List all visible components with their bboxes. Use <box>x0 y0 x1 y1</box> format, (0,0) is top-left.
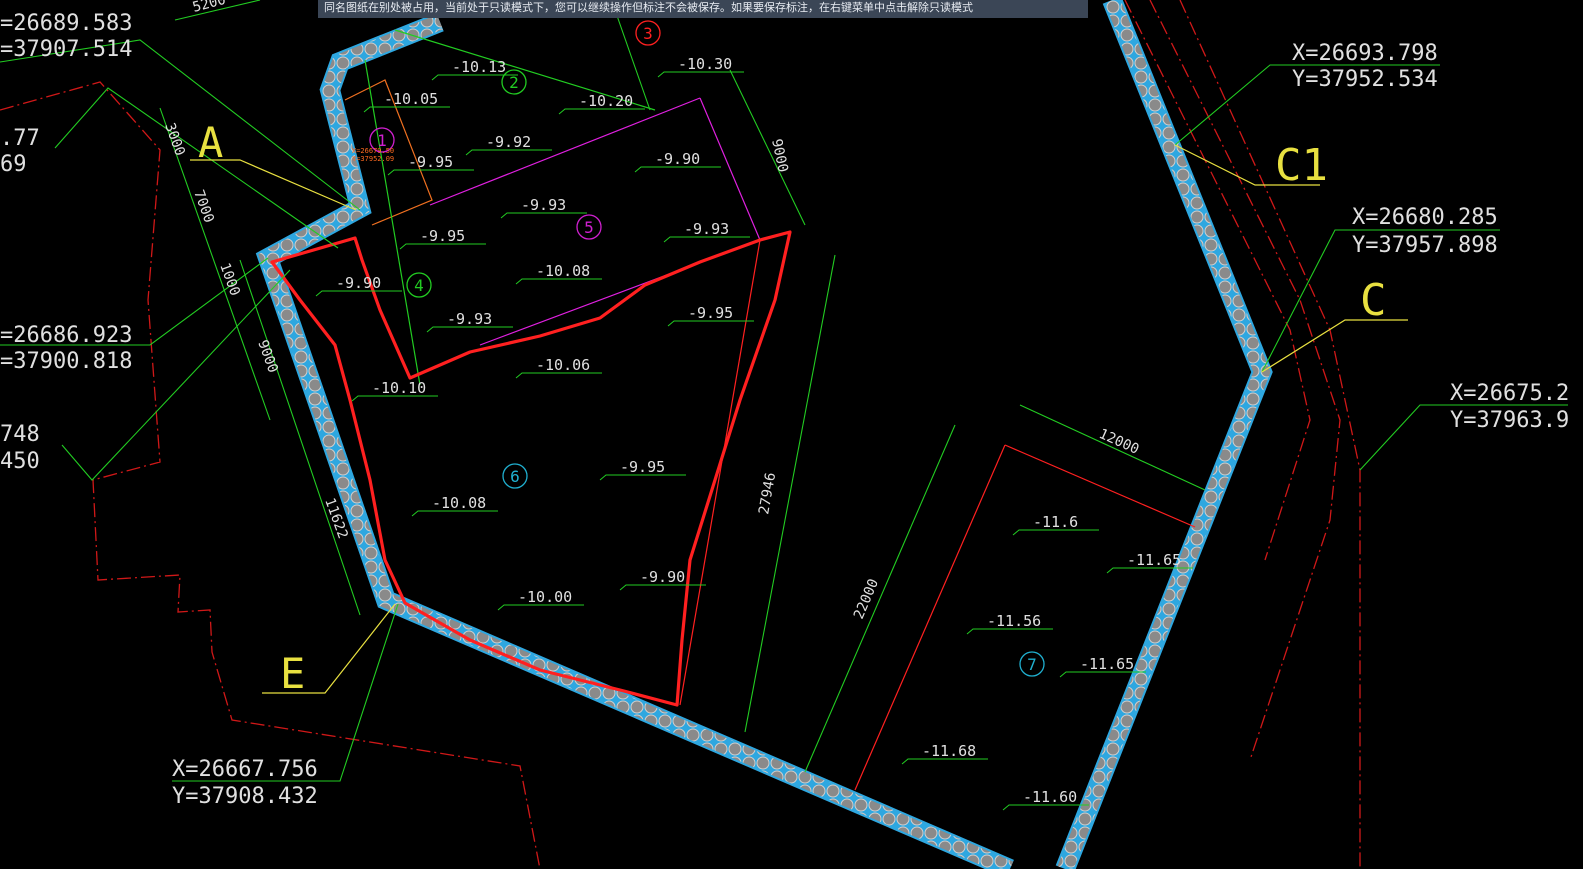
dimension-lines <box>0 0 1568 782</box>
elevation-marker-lines <box>315 71 1193 811</box>
elevation-label-0: -10.13 <box>452 58 506 76</box>
dimension-text-0: 5200 <box>191 0 228 16</box>
dimension-text-8: 22000 <box>851 577 882 622</box>
elevation-label-17: -10.08 <box>432 494 486 512</box>
dimension-text-4: 9000 <box>254 338 281 375</box>
dimension-text-9: 12000 <box>1096 426 1141 458</box>
elevation-label-11: -9.90 <box>336 274 381 292</box>
coord-y-1: 69 <box>0 152 27 177</box>
elevation-label-21: -11.65 <box>1127 551 1181 569</box>
zone-number-6: 7 <box>1027 655 1037 674</box>
elevation-label-20: -11.6 <box>1033 513 1078 531</box>
point-label-1: C1 <box>1275 140 1328 191</box>
elevation-label-8: -9.95 <box>420 227 465 245</box>
elevation-label-18: -9.90 <box>640 568 685 586</box>
cad-drawing-canvas[interactable]: =26689.583=37907.514 .7769 =26686.923=3790… <box>0 0 1583 869</box>
elevation-label-3: -10.20 <box>579 92 633 110</box>
coord-y-2: =37900.818 <box>0 349 132 374</box>
point-label-0: A <box>198 118 223 167</box>
elevation-label-5: -9.95 <box>408 153 453 171</box>
small-coord-y: Y=37952.09 <box>352 155 394 163</box>
elevation-label-14: -10.06 <box>536 356 590 374</box>
elevation-label-9: -9.93 <box>684 220 729 238</box>
dimension-text-5: 9000 <box>768 138 791 174</box>
coord-y-4: Y=37908.432 <box>172 784 318 809</box>
elevation-label-19: -10.00 <box>518 588 572 606</box>
coord-x-5: X=26693.798 <box>1292 41 1438 66</box>
small-coord-x: X=26679.50 <box>352 147 394 155</box>
elevation-label-16: -9.95 <box>620 458 665 476</box>
elevation-label-13: -9.95 <box>688 304 733 322</box>
coord-x-0: =26689.583 <box>0 11 132 36</box>
elevation-label-22: -11.56 <box>987 612 1041 630</box>
elevation-label-6: -9.90 <box>655 150 700 168</box>
zone-number-2: 3 <box>643 24 653 43</box>
coord-y-7: Y=37963.9 <box>1450 408 1569 433</box>
point-callouts <box>190 144 1408 694</box>
coord-x-3: 748 <box>0 422 40 447</box>
coord-y-0: =37907.514 <box>0 37 132 62</box>
zone-number-5: 6 <box>510 467 520 486</box>
coord-x-1: .77 <box>0 126 40 151</box>
elevation-label-23: -11.65 <box>1080 655 1134 673</box>
dimension-text-1: 3000 <box>161 121 188 158</box>
elevation-label-24: -11.68 <box>922 742 976 760</box>
coord-y-3: 450 <box>0 449 40 474</box>
elevation-label-1: -10.30 <box>678 55 732 73</box>
elevation-label-15: -10.10 <box>372 379 426 397</box>
elevation-label-7: -9.93 <box>521 196 566 214</box>
coord-y-6: Y=37957.898 <box>1352 233 1498 258</box>
coord-y-5: Y=37952.534 <box>1292 67 1438 92</box>
elevation-label-12: -9.93 <box>447 310 492 328</box>
point-label-2: C <box>1360 275 1387 326</box>
point-label-3: E <box>280 649 305 698</box>
zone-number-1: 2 <box>509 73 519 92</box>
elevation-label-25: -11.60 <box>1023 788 1077 806</box>
coord-x-4: X=26667.756 <box>172 757 318 782</box>
elevation-label-10: -10.08 <box>536 262 590 280</box>
coord-x-2: =26686.923 <box>0 323 132 348</box>
elevation-label-2: -10.05 <box>384 90 438 108</box>
elevation-label-4: -9.92 <box>486 133 531 151</box>
zone-number-4: 5 <box>584 218 594 237</box>
coord-x-7: X=26675.2 <box>1450 381 1569 406</box>
dimension-text-7: 27946 <box>756 471 779 515</box>
coord-x-6: X=26680.285 <box>1352 205 1498 230</box>
zone-number-3: 4 <box>414 276 424 295</box>
readonly-banner: 同名图纸在别处被占用，当前处于只读模式下，您可以继续操作但标注不会被保存。如果要… <box>318 0 1088 18</box>
